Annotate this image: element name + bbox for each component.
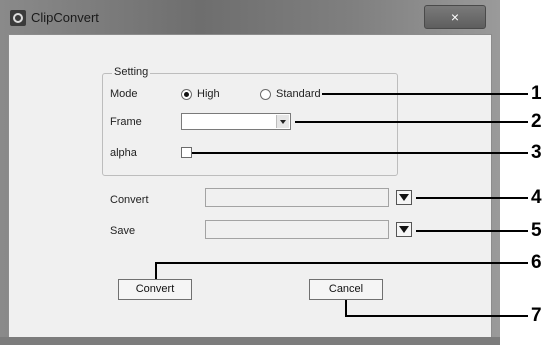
convert-button[interactable]: Convert	[118, 279, 192, 300]
callout-number-5: 5	[531, 220, 542, 241]
convert-browse-button[interactable]	[396, 190, 412, 205]
alpha-label: alpha	[110, 147, 137, 159]
save-label: Save	[110, 225, 136, 237]
window-title: ClipConvert	[31, 10, 99, 25]
cancel-button[interactable]: Cancel	[309, 279, 383, 300]
mode-high-label[interactable]: High	[197, 88, 220, 100]
callout-number-6: 6	[531, 252, 542, 273]
callout-line-6-drop	[155, 262, 157, 279]
close-button[interactable]: ×	[424, 5, 486, 29]
callout-line-7	[345, 315, 528, 317]
save-path-field[interactable]	[205, 220, 389, 239]
save-browse-button[interactable]	[396, 222, 412, 237]
alpha-checkbox[interactable]	[181, 147, 192, 158]
frame-label: Frame	[110, 116, 142, 128]
convert-path-field[interactable]	[205, 188, 389, 207]
callout-number-2: 2	[531, 111, 542, 132]
mode-standard-label[interactable]: Standard	[276, 88, 321, 100]
mode-label: Mode	[110, 88, 138, 100]
title-bar[interactable]: ClipConvert ×	[0, 0, 500, 34]
callout-line-4	[416, 197, 528, 199]
mode-high-radio[interactable]	[181, 89, 192, 100]
chevron-down-icon[interactable]	[276, 115, 289, 128]
convert-label: Convert	[110, 194, 149, 206]
mode-standard-radio[interactable]	[260, 89, 271, 100]
callout-number-3: 3	[531, 142, 542, 163]
app-icon	[10, 10, 26, 26]
window-bottom-edge	[0, 337, 500, 345]
callout-line-5	[416, 230, 528, 232]
callout-line-1	[322, 93, 528, 95]
callout-number-1: 1	[531, 83, 542, 104]
callout-line-7-drop	[345, 300, 347, 316]
close-icon: ×	[450, 9, 460, 25]
callout-number-7: 7	[531, 305, 542, 326]
callout-line-3	[192, 152, 528, 154]
callout-line-2	[295, 121, 528, 123]
callout-number-4: 4	[531, 187, 542, 208]
callout-line-6	[155, 262, 528, 264]
frame-dropdown[interactable]	[181, 113, 291, 130]
setting-group-legend: Setting	[112, 66, 151, 78]
